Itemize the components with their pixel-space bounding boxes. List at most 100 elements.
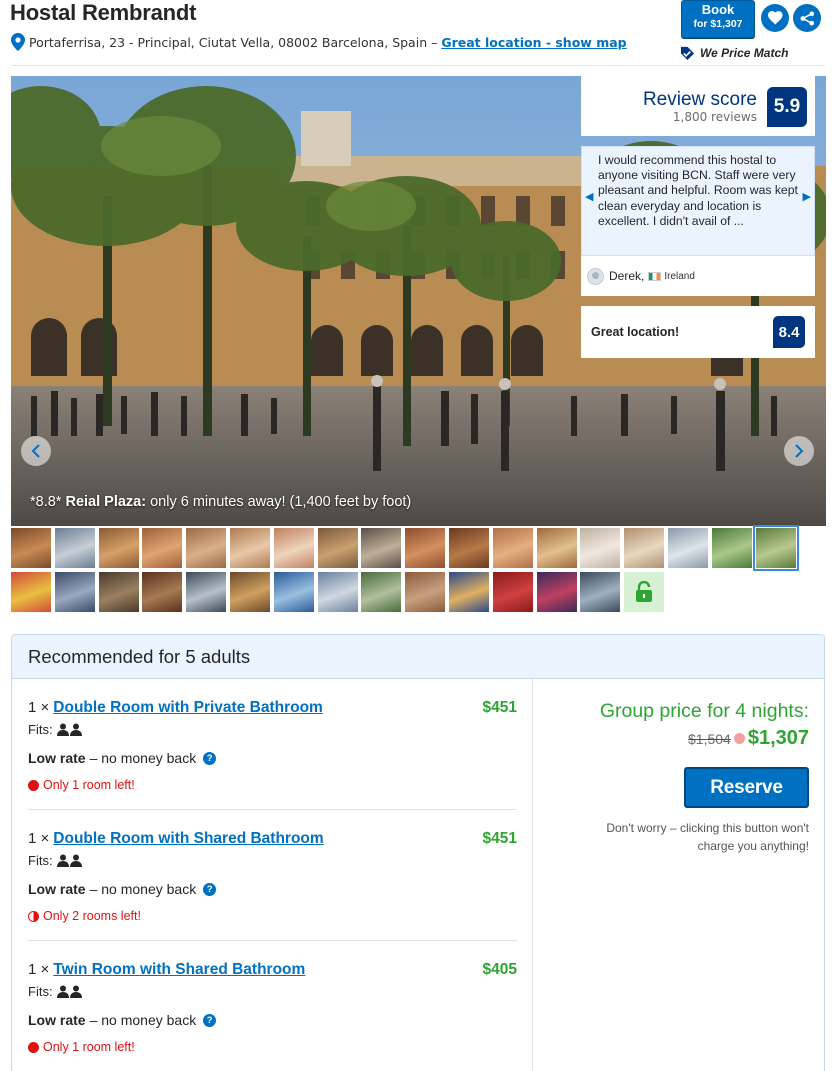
gallery-next-button[interactable]: [784, 436, 814, 466]
room-name-link[interactable]: Twin Room with Shared Bathroom: [53, 961, 305, 978]
photo-thumbnail[interactable]: [98, 572, 139, 612]
more-photos-button[interactable]: [624, 572, 665, 612]
rate-note: – no money back: [89, 1012, 197, 1028]
photo-thumbnail[interactable]: [142, 528, 183, 568]
main-photo: [11, 76, 826, 526]
photo-thumbnail[interactable]: [98, 528, 139, 568]
room-row: 1 × Double Room with Shared Bathroom $451…: [28, 810, 517, 941]
share-icon: [799, 10, 814, 26]
photo-thumbnail[interactable]: [405, 572, 446, 612]
room-rate: Low rate – no money back ?: [28, 1012, 217, 1028]
room-name-link[interactable]: Double Room with Private Bathroom: [53, 699, 323, 716]
chevron-right-icon: [795, 444, 804, 458]
photo-thumbnail[interactable]: [449, 528, 489, 568]
photo-thumbnail[interactable]: [536, 528, 577, 568]
photo-thumbnail[interactable]: [230, 528, 270, 568]
rate-note: – no money back: [89, 750, 197, 766]
avatar: [587, 267, 604, 285]
photo-thumbnail[interactable]: [580, 572, 621, 612]
review-count: 1,800 reviews: [672, 110, 757, 124]
caption-score: *8.8*: [30, 494, 62, 510]
photo-thumbnail[interactable]: [624, 528, 665, 568]
flag-icon: [648, 271, 662, 281]
location-score-card: Great location! 8.4: [581, 306, 815, 358]
photo-thumbnail[interactable]: [11, 528, 51, 568]
review-score-card[interactable]: Review score 1,800 reviews 5.9: [581, 76, 815, 136]
photo-thumbnail[interactable]: [317, 572, 358, 612]
save-button[interactable]: [761, 4, 789, 32]
rate-label: Low rate: [28, 881, 86, 897]
price-match-label: We Price Match: [700, 46, 789, 60]
photo-thumbnail[interactable]: [361, 528, 402, 568]
photo-thumbnail[interactable]: [492, 528, 533, 568]
photo-thumbnail[interactable]: [54, 528, 95, 568]
location-score-badge: 8.4: [773, 316, 805, 348]
help-icon[interactable]: ?: [203, 751, 217, 765]
room-line: 1 × Double Room with Private Bathroom: [28, 699, 323, 717]
share-button[interactable]: [793, 4, 821, 32]
availability-text: Only 1 room left!: [43, 1040, 135, 1054]
photo-thumbnail[interactable]: [273, 572, 314, 612]
photo-thumbnail[interactable]: [668, 528, 708, 568]
room-fits: Fits:: [28, 984, 83, 999]
rate-label: Low rate: [28, 1012, 86, 1028]
room-row: 1 × Double Room with Private Bathroom $45…: [28, 679, 517, 810]
address-line: Portaferrisa, 23 - Principal, Ciutat Vel…: [11, 33, 627, 51]
photo-thumbnail[interactable]: [752, 525, 799, 571]
room-quantity: 1 ×: [28, 961, 50, 978]
availability-text: Only 1 room left!: [43, 778, 135, 792]
review-next-icon[interactable]: ▶: [803, 190, 811, 203]
discount-tag-icon[interactable]: [733, 733, 745, 744]
room-quantity: 1 ×: [28, 830, 50, 847]
photo-thumbnail[interactable]: [492, 572, 533, 612]
book-button[interactable]: Book for $1,307: [681, 0, 755, 38]
chevron-left-icon: [31, 444, 40, 458]
photo-thumbnail[interactable]: [186, 528, 227, 568]
header-divider: [11, 65, 825, 66]
room-price: $451: [482, 830, 517, 847]
photo-thumbnail[interactable]: [54, 572, 95, 612]
urgency-dot-icon: [28, 779, 39, 791]
help-icon[interactable]: ?: [203, 882, 217, 896]
gallery-prev-button[interactable]: [21, 436, 51, 466]
fits-label: Fits:: [28, 853, 53, 868]
photo-thumbnail[interactable]: [536, 572, 577, 612]
review-score-label: Review score: [642, 89, 757, 110]
photo-thumbnail[interactable]: [405, 528, 446, 568]
photo-thumbnail[interactable]: [361, 572, 402, 612]
photo-thumbnail[interactable]: [11, 572, 51, 612]
book-button-price: for $1,307: [693, 18, 743, 30]
original-price: $1,504: [688, 730, 731, 747]
room-price: $451: [482, 699, 517, 716]
room-name-link[interactable]: Double Room with Shared Bathroom: [53, 830, 323, 847]
photo-thumbnail[interactable]: [449, 572, 489, 612]
help-icon[interactable]: ?: [203, 1013, 217, 1027]
photo-gallery[interactable]: *8.8* Reial Plaza: only 6 minutes away! …: [11, 76, 826, 526]
two-persons-icon: [56, 854, 83, 867]
photo-thumbnail[interactable]: [317, 528, 358, 568]
price-match[interactable]: We Price Match: [680, 46, 788, 60]
discounted-price: $1,307: [747, 727, 809, 749]
availability: Only 1 room left!: [28, 1040, 135, 1054]
show-map-link[interactable]: Great location - show map: [441, 35, 626, 50]
photo-thumbnail[interactable]: [186, 572, 227, 612]
reserve-button[interactable]: Reserve: [684, 767, 809, 808]
caption-text: only 6 minutes away! (1,400 feet by foot…: [150, 494, 412, 510]
fits-label: Fits:: [28, 984, 53, 999]
rate-note: – no money back: [89, 881, 197, 897]
urgency-pie-icon: [28, 910, 39, 922]
review-prev-icon[interactable]: ◀: [585, 190, 593, 203]
photo-thumbnail[interactable]: [711, 528, 752, 568]
room-list: 1 × Double Room with Private Bathroom $45…: [12, 679, 533, 1071]
photo-thumbnail[interactable]: [273, 528, 314, 568]
reviewer: Derek, Ireland: [581, 256, 815, 296]
two-persons-icon: [56, 985, 83, 998]
heart-icon: [767, 11, 783, 25]
photo-thumbnail[interactable]: [230, 572, 270, 612]
booking-summary: Group price for 4 nights: $1,504 $1,307 …: [534, 679, 824, 1071]
book-button-label: Book: [701, 2, 735, 17]
two-persons-icon: [56, 723, 83, 736]
photo-thumbnail[interactable]: [142, 572, 183, 612]
photo-thumbnail[interactable]: [580, 528, 621, 568]
address-text: Portaferrisa, 23 - Principal, Ciutat Vel…: [29, 34, 438, 50]
